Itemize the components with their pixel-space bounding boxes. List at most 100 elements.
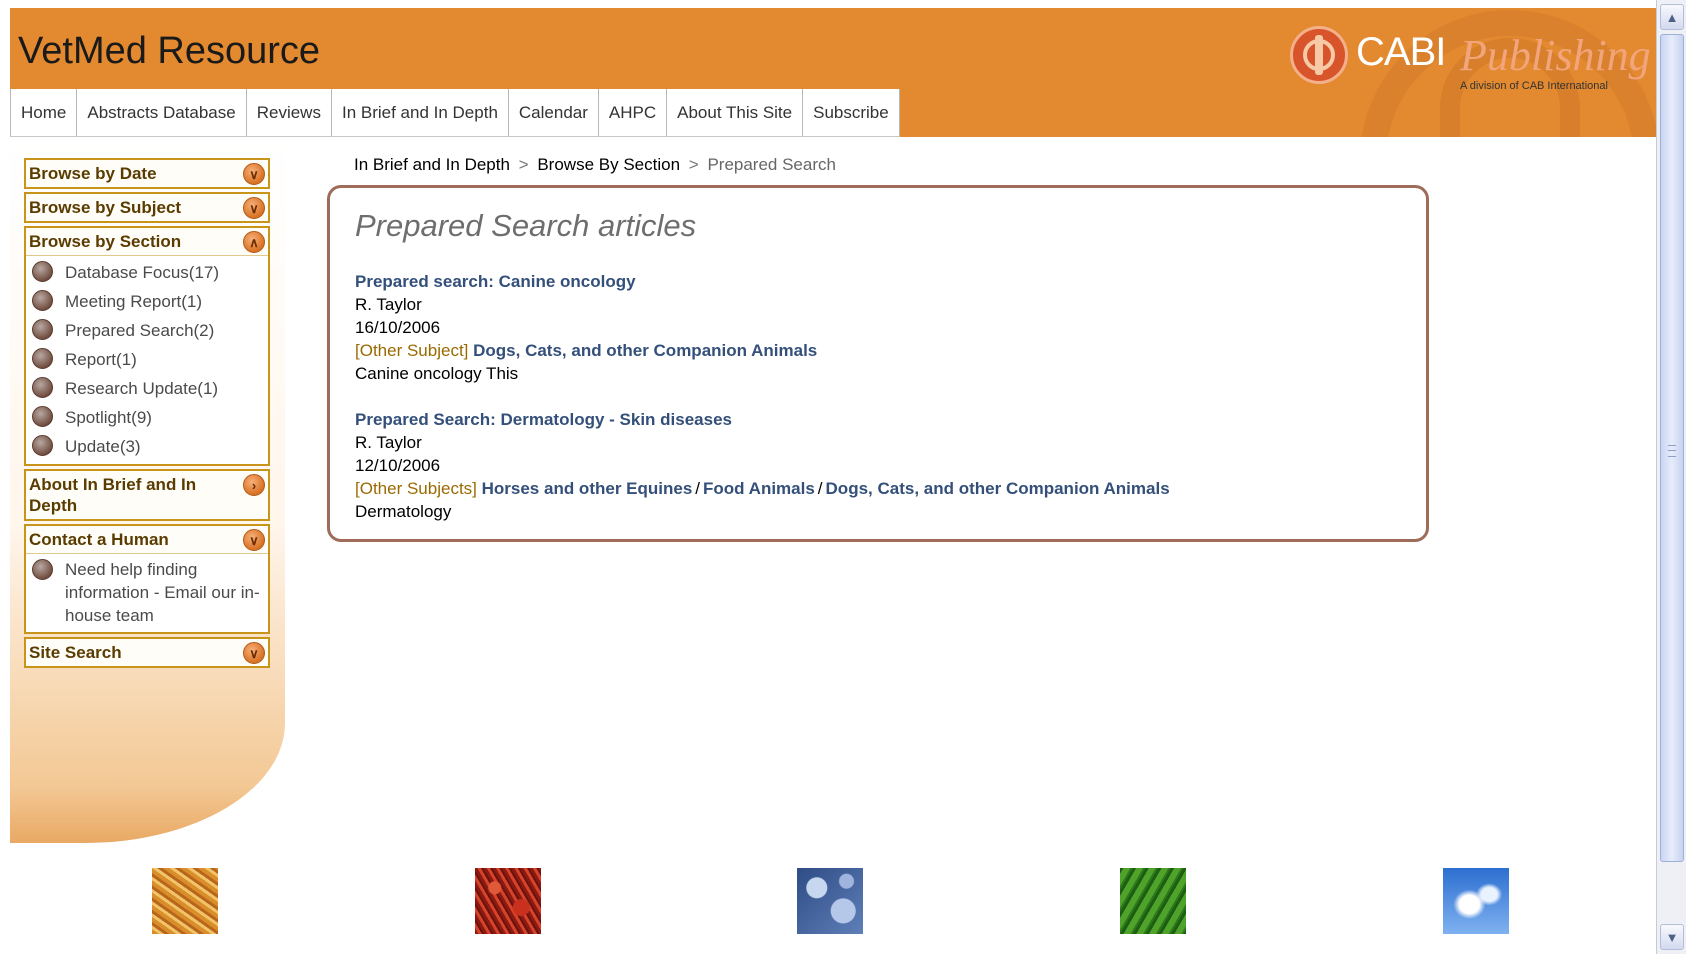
section-label: Prepared Search(2) (65, 321, 215, 340)
panel-browse-by-section-header[interactable]: Browse by Section ∧ (26, 228, 268, 255)
bullet-icon (32, 406, 53, 427)
panel-browse-by-subject: Browse by Subject ∨ (24, 192, 270, 223)
panel-title: Site Search (29, 643, 122, 662)
chevron-down-icon[interactable]: ∨ (243, 529, 265, 551)
site-title[interactable]: VetMed Resource (18, 30, 320, 73)
panel-browse-by-date: Browse by Date ∨ (24, 158, 270, 189)
section-label: Report(1) (65, 350, 137, 369)
nav-calendar[interactable]: Calendar (508, 89, 599, 137)
section-link-spotlight[interactable]: Spotlight(9) (26, 403, 268, 432)
footer-image-red-leaves (475, 868, 541, 934)
nav-subscribe[interactable]: Subscribe (803, 89, 900, 137)
contact-email-link[interactable]: Need help finding information - Email ou… (26, 556, 268, 629)
subject-link[interactable]: Dogs, Cats, and other Companion Animals (473, 341, 817, 360)
nav-about-this-site[interactable]: About This Site (667, 89, 804, 137)
section-list: Database Focus(17) Meeting Report(1) Pre… (26, 255, 268, 464)
nav-ahpc[interactable]: AHPC (598, 89, 668, 137)
nav-in-brief-in-depth[interactable]: In Brief and In Depth (331, 89, 509, 137)
article-date: 16/10/2006 (355, 318, 441, 337)
chevron-right-icon[interactable]: › (243, 474, 265, 496)
section-link-update[interactable]: Update(3) (26, 432, 268, 461)
nav-reviews[interactable]: Reviews (246, 89, 332, 137)
section-label: Meeting Report(1) (65, 292, 203, 311)
breadcrumb-separator: > (688, 155, 699, 174)
cabi-logo-icon (1290, 26, 1348, 84)
article-subjects: [Other Subject] Dogs, Cats, and other Co… (355, 339, 817, 362)
panel-title: Browse by Section (29, 232, 182, 251)
subject-link[interactable]: Horses and other Equines (482, 479, 693, 498)
subject-separator: / (817, 479, 823, 498)
article-summary: Canine oncology This (355, 364, 519, 383)
browser-viewport: VetMed Resource CABI Publishing A divisi… (0, 0, 1686, 954)
breadcrumb-link[interactable]: In Brief and In Depth (354, 155, 510, 174)
section-label: Update(3) (65, 437, 141, 456)
bullet-icon (32, 348, 53, 369)
nav-abstracts-database[interactable]: Abstracts Database (77, 89, 247, 137)
breadcrumb: In Brief and In Depth > Browse By Sectio… (354, 155, 836, 175)
bullet-icon (32, 261, 53, 282)
logo-tagline: A division of CAB International (1460, 80, 1608, 92)
panel-title: About In Brief and In Depth (29, 475, 197, 515)
article-date: 12/10/2006 (355, 456, 441, 475)
subject-link[interactable]: Food Animals (703, 479, 815, 498)
panel-browse-by-date-header[interactable]: Browse by Date ∨ (26, 160, 268, 187)
subject-label: [Other Subject] (355, 341, 469, 360)
main-nav: Home Abstracts Database Reviews In Brief… (10, 89, 900, 137)
scroll-down-arrow-icon[interactable]: ▼ (1660, 924, 1684, 950)
logo-sub: Publishing (1460, 31, 1651, 80)
subject-separator: / (695, 479, 701, 498)
panel-title: Contact a Human (29, 530, 169, 549)
breadcrumb-link[interactable]: Browse By Section (537, 155, 680, 174)
panel-about-in-brief: About In Brief and In Depth › (24, 469, 270, 521)
section-link-meeting-report[interactable]: Meeting Report(1) (26, 287, 268, 316)
chevron-down-icon[interactable]: ∨ (243, 163, 265, 185)
panel-browse-by-subject-header[interactable]: Browse by Subject ∨ (26, 194, 268, 221)
panel-site-search-header[interactable]: Site Search ∨ (26, 639, 268, 666)
page-title: Prepared Search articles (355, 208, 697, 243)
article-author: R. Taylor (355, 295, 422, 314)
panel-site-search: Site Search ∨ (24, 637, 270, 668)
article-item: Prepared Search: Dermatology - Skin dise… (355, 408, 1170, 523)
panel-title: Browse by Subject (29, 198, 182, 217)
section-label: Spotlight(9) (65, 408, 152, 427)
footer-image-sky (1443, 868, 1509, 934)
footer-image-green-leaf (1120, 868, 1186, 934)
scrollbar-thumb[interactable] (1660, 34, 1684, 862)
section-link-database-focus[interactable]: Database Focus(17) (26, 258, 268, 287)
article-item: Prepared search: Canine oncology R. Tayl… (355, 270, 817, 385)
panel-about-in-brief-header[interactable]: About In Brief and In Depth › (26, 471, 268, 519)
nav-home[interactable]: Home (10, 89, 78, 137)
contact-text: Need help finding information - Email ou… (65, 560, 260, 625)
bullet-icon (32, 559, 53, 580)
vertical-scrollbar[interactable]: ▲ ▼ (1656, 0, 1686, 954)
section-link-research-update[interactable]: Research Update(1) (26, 374, 268, 403)
section-label: Research Update(1) (65, 379, 219, 398)
article-summary: Dermatology (355, 502, 452, 521)
section-link-prepared-search[interactable]: Prepared Search(2) (26, 316, 268, 345)
chevron-down-icon[interactable]: ∨ (243, 642, 265, 664)
bullet-icon (32, 377, 53, 398)
bullet-icon (32, 435, 53, 456)
contact-body: Need help finding information - Email ou… (26, 553, 268, 632)
articles-panel: Prepared Search articles Prepared search… (327, 185, 1429, 542)
bullet-icon (32, 290, 53, 311)
logo-word: CABI (1356, 30, 1446, 74)
cabi-publishing-logo[interactable]: CABI Publishing A division of CAB Intern… (1290, 20, 1651, 100)
panel-title: Browse by Date (29, 164, 157, 183)
bullet-icon (32, 319, 53, 340)
section-label: Database Focus(17) (65, 263, 220, 282)
sidebar: Browse by Date ∨ Browse by Subject ∨ Bro… (24, 158, 270, 671)
subject-label: [Other Subjects] (355, 479, 477, 498)
subject-link[interactable]: Dogs, Cats, and other Companion Animals (826, 479, 1170, 498)
section-link-report[interactable]: Report(1) (26, 345, 268, 374)
article-title-link[interactable]: Prepared Search: Dermatology - Skin dise… (355, 408, 1170, 431)
panel-contact-a-human: Contact a Human ∨ Need help finding info… (24, 524, 270, 634)
panel-contact-header[interactable]: Contact a Human ∨ (26, 526, 268, 553)
article-title-link[interactable]: Prepared search: Canine oncology (355, 270, 817, 293)
breadcrumb-current: Prepared Search (707, 155, 836, 174)
panel-browse-by-section: Browse by Section ∧ Database Focus(17) M… (24, 226, 270, 466)
chevron-up-icon[interactable]: ∧ (243, 231, 265, 253)
article-author: R. Taylor (355, 433, 422, 452)
chevron-down-icon[interactable]: ∨ (243, 197, 265, 219)
scroll-up-arrow-icon[interactable]: ▲ (1660, 4, 1684, 30)
